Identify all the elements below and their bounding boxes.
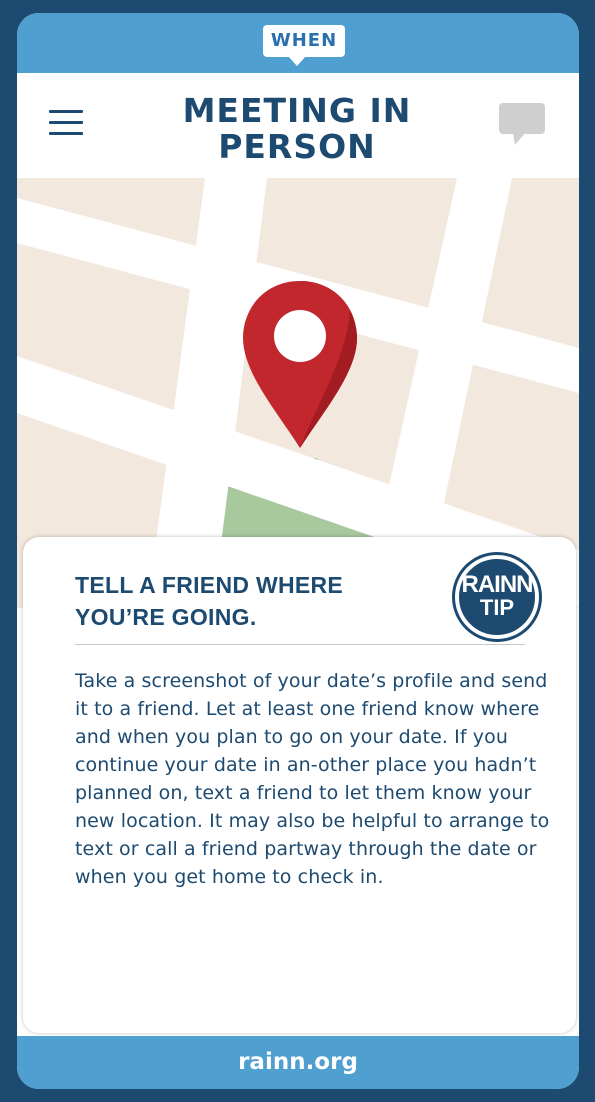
- tip-body: Take a screenshot of your date’s profile…: [75, 670, 550, 888]
- page-title-line2: PERSON: [218, 127, 376, 166]
- badge-line2: TIP: [479, 595, 515, 620]
- top-bar: WHEN: [17, 13, 579, 73]
- badge-line1: RAINN: [461, 571, 534, 598]
- pin-center-dot: [274, 310, 326, 362]
- tip-heading-line2: YOU’RE GOING.: [75, 604, 257, 630]
- tip-card: TELL A FRIEND WHERE YOU’RE GOING. RAINN …: [23, 537, 576, 1033]
- tip-divider: [75, 644, 525, 645]
- when-logo: WHEN: [263, 25, 345, 57]
- chat-bubble-icon[interactable]: [499, 103, 547, 147]
- phone-screen: WHEN MEETING IN PERSON TELL A FRIEND WHE…: [17, 13, 579, 1089]
- rainn-tip-badge: RAINN TIP: [455, 555, 539, 639]
- rainn-link[interactable]: rainn.org: [17, 1036, 579, 1089]
- logo-bubble-tail: [288, 56, 306, 66]
- hamburger-menu-icon[interactable]: [49, 110, 83, 136]
- tip-heading: TELL A FRIEND WHERE YOU’RE GOING.: [75, 569, 405, 633]
- page-title: MEETING IN PERSON: [107, 93, 487, 165]
- page-header: MEETING IN PERSON: [17, 73, 579, 178]
- tip-heading-line1: TELL A FRIEND WHERE: [75, 572, 344, 598]
- page-title-line1: MEETING IN: [182, 91, 412, 130]
